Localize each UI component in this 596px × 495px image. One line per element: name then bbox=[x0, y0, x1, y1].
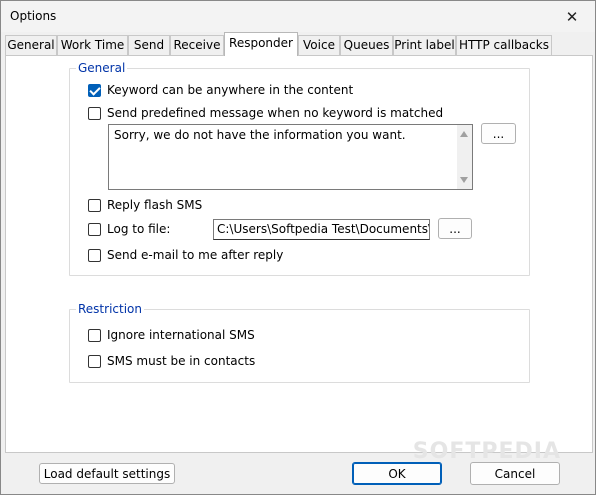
ignore-international-checkbox[interactable]: Ignore international SMS bbox=[88, 326, 255, 344]
log-path-input[interactable]: C:\Users\Softpedia Test\Documents\S bbox=[213, 219, 430, 240]
send-predefined-checkbox[interactable]: Send predefined message when no keyword … bbox=[88, 104, 443, 122]
options-dialog: Options ✕ General Work Time Send Receive… bbox=[0, 0, 596, 495]
title-bar: Options ✕ bbox=[1, 1, 595, 32]
close-icon[interactable]: ✕ bbox=[549, 1, 595, 32]
restriction-group: Restriction bbox=[69, 302, 530, 383]
window-title: Options bbox=[10, 9, 57, 23]
memo-scrollbar[interactable] bbox=[457, 125, 472, 189]
tab-strip: General Work Time Send Receive Responder… bbox=[5, 32, 595, 56]
checkbox-icon[interactable] bbox=[88, 106, 101, 120]
checkbox-icon[interactable] bbox=[88, 248, 101, 262]
checkbox-icon[interactable] bbox=[88, 328, 101, 342]
tab-queues[interactable]: Queues bbox=[340, 35, 393, 55]
checkbox-icon[interactable] bbox=[88, 198, 101, 212]
restriction-group-label: Restriction bbox=[76, 302, 144, 316]
scroll-down-icon[interactable] bbox=[460, 177, 468, 183]
tab-print-label[interactable]: Print label bbox=[393, 35, 456, 55]
tab-responder[interactable]: Responder bbox=[224, 32, 298, 56]
load-default-settings-button[interactable]: Load default settings bbox=[39, 463, 175, 484]
tab-send[interactable]: Send bbox=[128, 35, 170, 55]
predefined-message-textarea[interactable]: Sorry, we do not have the information yo… bbox=[108, 124, 473, 190]
log-to-file-label: Log to file: bbox=[107, 222, 171, 236]
ignore-international-label: Ignore international SMS bbox=[107, 328, 255, 342]
keyword-anywhere-checkbox[interactable]: Keyword can be anywhere in the content bbox=[88, 81, 353, 99]
log-browse-button[interactable]: ... bbox=[438, 218, 472, 239]
softpedia-watermark: SOFTPEDIA bbox=[412, 439, 561, 464]
send-email-checkbox[interactable]: Send e-mail to me after reply bbox=[88, 246, 283, 264]
keyword-anywhere-label: Keyword can be anywhere in the content bbox=[107, 83, 354, 97]
ok-button[interactable]: OK bbox=[352, 462, 442, 485]
send-predefined-label: Send predefined message when no keyword … bbox=[107, 106, 444, 120]
send-email-label: Send e-mail to me after reply bbox=[107, 248, 284, 262]
tab-receive[interactable]: Receive bbox=[170, 35, 224, 55]
tab-general[interactable]: General bbox=[5, 35, 57, 55]
tab-http-callbacks[interactable]: HTTP callbacks bbox=[456, 35, 552, 55]
close-glyph: ✕ bbox=[565, 7, 579, 26]
must-be-contacts-checkbox[interactable]: SMS must be in contacts bbox=[88, 352, 255, 370]
general-group-label: General bbox=[76, 61, 128, 75]
checkbox-icon[interactable] bbox=[88, 222, 101, 236]
scroll-up-icon[interactable] bbox=[460, 131, 468, 137]
message-browse-button[interactable]: ... bbox=[481, 123, 516, 144]
predefined-message-text: Sorry, we do not have the information yo… bbox=[114, 128, 406, 142]
tab-voice[interactable]: Voice bbox=[298, 35, 340, 55]
reply-flash-label: Reply flash SMS bbox=[107, 198, 203, 212]
must-be-contacts-label: SMS must be in contacts bbox=[107, 354, 256, 368]
tab-work-time[interactable]: Work Time bbox=[57, 35, 128, 55]
log-to-file-checkbox[interactable]: Log to file: bbox=[88, 220, 170, 238]
checkbox-icon[interactable] bbox=[88, 354, 101, 368]
cancel-button[interactable]: Cancel bbox=[470, 462, 560, 485]
checkbox-checked-icon[interactable] bbox=[88, 83, 101, 97]
reply-flash-checkbox[interactable]: Reply flash SMS bbox=[88, 196, 202, 214]
responder-panel: General Keyword can be anywhere in the c… bbox=[5, 55, 593, 453]
